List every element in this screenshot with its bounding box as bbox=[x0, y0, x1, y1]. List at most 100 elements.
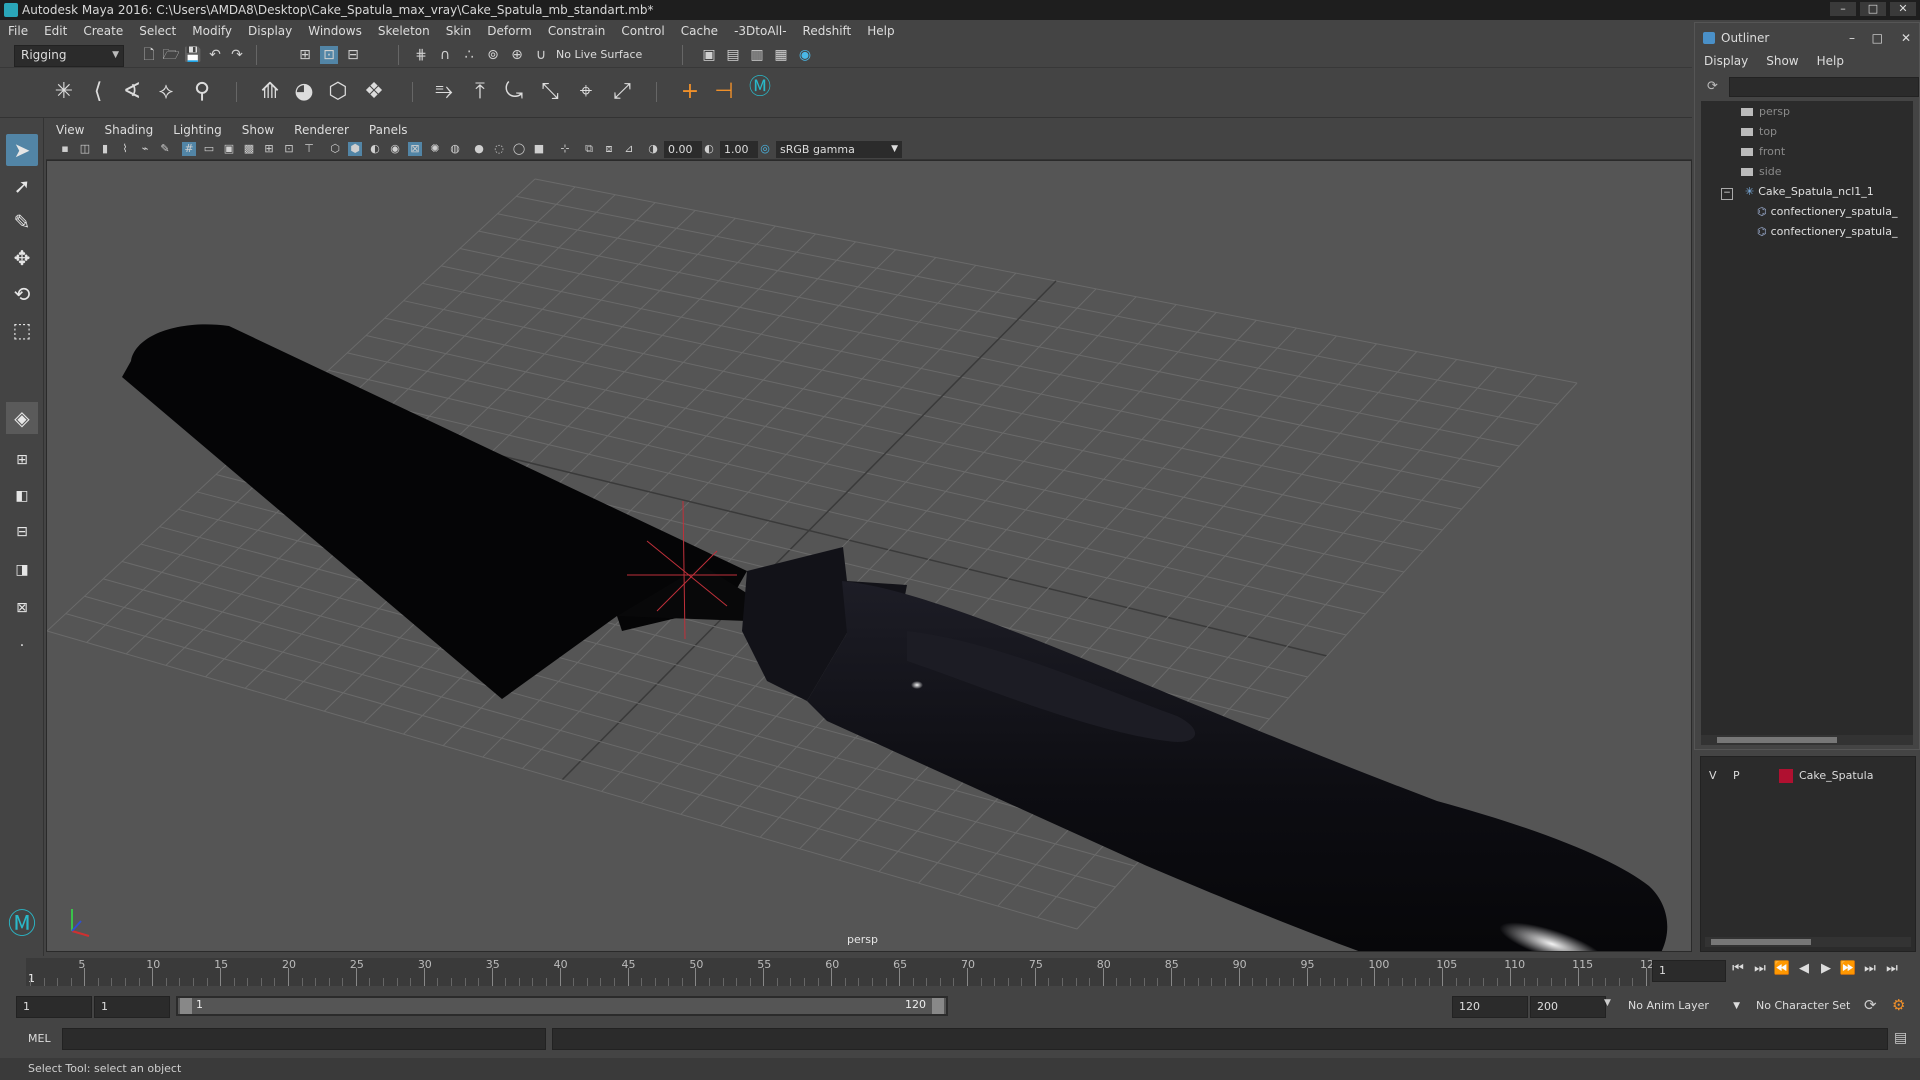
menu-skin[interactable]: Skin bbox=[438, 24, 480, 38]
menu-constrain[interactable]: Constrain bbox=[540, 24, 614, 38]
filter-icon[interactable]: ⟳ bbox=[1707, 79, 1718, 94]
play-backward-icon[interactable]: ◀ bbox=[1794, 960, 1814, 978]
select-tool-icon[interactable]: ➤ bbox=[6, 134, 38, 166]
ik-handle-icon[interactable]: ⟨ bbox=[84, 78, 112, 106]
pole-vector-icon[interactable]: ⤢ bbox=[608, 78, 636, 106]
viewport-persp[interactable]: persp bbox=[46, 160, 1692, 952]
snap-curve-icon[interactable]: ∩ bbox=[436, 46, 454, 64]
orient-joint-icon[interactable]: ⟡ bbox=[152, 78, 180, 106]
menu-display[interactable]: Display bbox=[240, 24, 300, 38]
preferences-icon[interactable]: ⚙ bbox=[1892, 996, 1905, 1014]
outliner-item[interactable]: top bbox=[1741, 123, 1777, 141]
smooth-bind-icon[interactable]: ◕ bbox=[290, 78, 318, 106]
rotate-tool-icon[interactable]: ⟲ bbox=[6, 278, 38, 310]
panel-menu-view[interactable]: View bbox=[46, 123, 94, 137]
chevron-down-icon[interactable]: ▼ bbox=[1604, 998, 1611, 1008]
exposure-field[interactable]: 0.00 bbox=[664, 141, 702, 158]
menu-deform[interactable]: Deform bbox=[479, 24, 540, 38]
command-input[interactable] bbox=[62, 1028, 546, 1050]
render-frame-icon[interactable]: ▤ bbox=[724, 46, 742, 64]
aim-constraint-icon[interactable]: ⌖ bbox=[572, 78, 600, 106]
layout-options-icon[interactable]: ⊠ bbox=[6, 592, 38, 624]
menu-redshift[interactable]: Redshift bbox=[795, 24, 860, 38]
snap-view-icon[interactable]: ⊚ bbox=[484, 46, 502, 64]
cluster-icon[interactable]: ❖ bbox=[360, 78, 388, 106]
lasso-tool-icon[interactable]: ➚ bbox=[6, 170, 38, 202]
menu-edit[interactable]: Edit bbox=[36, 24, 75, 38]
outliner-item[interactable]: ⌬ confectionery_spatula_ bbox=[1757, 223, 1897, 241]
anim-end-field[interactable]: 200 bbox=[1530, 996, 1606, 1018]
lattice-icon[interactable]: ⬡ bbox=[324, 78, 352, 106]
current-frame-field[interactable]: 1 bbox=[1652, 960, 1726, 982]
snap-point-icon[interactable]: ∴ bbox=[460, 46, 478, 64]
step-forward-key-icon[interactable]: ⏭ bbox=[1860, 960, 1880, 978]
snap-surface-icon[interactable]: ⊕ bbox=[508, 46, 526, 64]
menu-file[interactable]: File bbox=[0, 24, 36, 38]
gamma-field[interactable]: 1.00 bbox=[720, 141, 758, 158]
range-end-handle[interactable] bbox=[932, 998, 944, 1014]
single-perspective-icon[interactable]: ◈ bbox=[6, 402, 38, 434]
anim-start-field[interactable]: 1 bbox=[16, 996, 92, 1018]
snap-grid-icon[interactable]: ⋕ bbox=[412, 46, 430, 64]
maya-3dtoall-icon[interactable]: Ⓜ bbox=[746, 74, 774, 102]
persp-outliner-icon[interactable]: ◧ bbox=[6, 480, 38, 512]
character-set-dropdown[interactable]: No Character Set bbox=[1750, 996, 1862, 1016]
outliner-maximize-button[interactable]: □ bbox=[1872, 28, 1883, 48]
panel-menu-lighting[interactable]: Lighting bbox=[163, 123, 232, 137]
xray-icon[interactable]: ⧉ bbox=[582, 142, 596, 156]
panel-menu-shading[interactable]: Shading bbox=[94, 123, 163, 137]
range-slider-bar[interactable] bbox=[178, 998, 946, 1014]
camera-select-icon[interactable]: ▪ bbox=[58, 142, 72, 156]
grid-toggle-icon[interactable]: # bbox=[182, 142, 196, 156]
panel-menu-panels[interactable]: Panels bbox=[359, 123, 418, 137]
menu-control[interactable]: Control bbox=[613, 24, 672, 38]
new-scene-icon[interactable]: 🗋 bbox=[140, 46, 158, 64]
hypershade-layout-icon[interactable]: ◨ bbox=[6, 554, 38, 586]
select-object-icon[interactable]: ⊡ bbox=[320, 46, 338, 64]
render-settings-icon[interactable]: ▦ bbox=[772, 46, 790, 64]
skeleton-icon[interactable]: ⚲ bbox=[188, 78, 216, 106]
menu-create[interactable]: Create bbox=[75, 24, 131, 38]
menu-windows[interactable]: Windows bbox=[300, 24, 370, 38]
xray-joints-icon[interactable]: ⧈ bbox=[602, 142, 616, 156]
menu-select[interactable]: Select bbox=[131, 24, 184, 38]
layer-visibility-toggle[interactable]: V bbox=[1709, 769, 1717, 782]
orient-constraint-icon[interactable]: ⤿ bbox=[500, 78, 528, 106]
smooth-shade-icon[interactable]: ⬢ bbox=[348, 142, 362, 156]
textured-icon[interactable]: ⊠ bbox=[408, 142, 422, 156]
menu-cache[interactable]: Cache bbox=[673, 24, 726, 38]
two-d-pan-icon[interactable]: ⌁ bbox=[138, 142, 152, 156]
mirror-joint-icon[interactable]: ⊣ bbox=[710, 78, 738, 106]
outliner-item[interactable]: persp bbox=[1741, 103, 1790, 121]
xray-components-icon[interactable]: ⊿ bbox=[622, 142, 636, 156]
hypershade-icon[interactable]: ◉ bbox=[796, 46, 814, 64]
render-view-icon[interactable]: ▣ bbox=[700, 46, 718, 64]
magnet-icon[interactable]: ∪ bbox=[532, 46, 550, 64]
scale-constraint-icon[interactable]: ⤡ bbox=[536, 78, 564, 106]
paint-select-icon[interactable]: ✎ bbox=[6, 206, 38, 238]
scale-tool-icon[interactable]: ⬚ bbox=[6, 314, 38, 346]
minimize-button[interactable]: – bbox=[1830, 2, 1856, 16]
anim-layer-dropdown[interactable]: No Anim Layer ▼ bbox=[1620, 996, 1744, 1016]
anti-aliasing-icon[interactable]: ◯ bbox=[512, 142, 526, 156]
menu-help[interactable]: Help bbox=[859, 24, 902, 38]
four-view-icon[interactable]: ⊞ bbox=[6, 444, 38, 476]
exposure-icon[interactable]: ◑ bbox=[646, 142, 660, 156]
outliner-item[interactable]: ⌬ confectionery_spatula_ bbox=[1757, 203, 1897, 221]
point-constraint-icon[interactable]: ⤒ bbox=[466, 78, 494, 106]
scrollbar-thumb[interactable] bbox=[1711, 939, 1811, 945]
film-gate-icon[interactable]: ▭ bbox=[202, 142, 216, 156]
bounding-box-icon[interactable]: ◐ bbox=[368, 142, 382, 156]
play-forward-icon[interactable]: ▶ bbox=[1816, 960, 1836, 978]
script-editor-icon[interactable]: ▤ bbox=[1894, 1030, 1907, 1046]
camera-attributes-icon[interactable]: ◫ bbox=[78, 142, 92, 156]
outliner-item[interactable]: − ✳ Cake_Spatula_ncl1_1 bbox=[1721, 183, 1874, 201]
undo-icon[interactable]: ↶ bbox=[206, 46, 224, 64]
joint-tool-icon[interactable]: ✳ bbox=[50, 78, 78, 106]
command-language-label[interactable]: MEL bbox=[28, 1032, 51, 1045]
field-chart-icon[interactable]: ⊞ bbox=[262, 142, 276, 156]
outliner-horizontal-scrollbar[interactable] bbox=[1701, 735, 1913, 745]
layer-color-swatch[interactable] bbox=[1779, 769, 1793, 783]
save-scene-icon[interactable]: 💾 bbox=[184, 46, 202, 64]
auto-key-icon[interactable]: ⟳ bbox=[1864, 996, 1877, 1014]
